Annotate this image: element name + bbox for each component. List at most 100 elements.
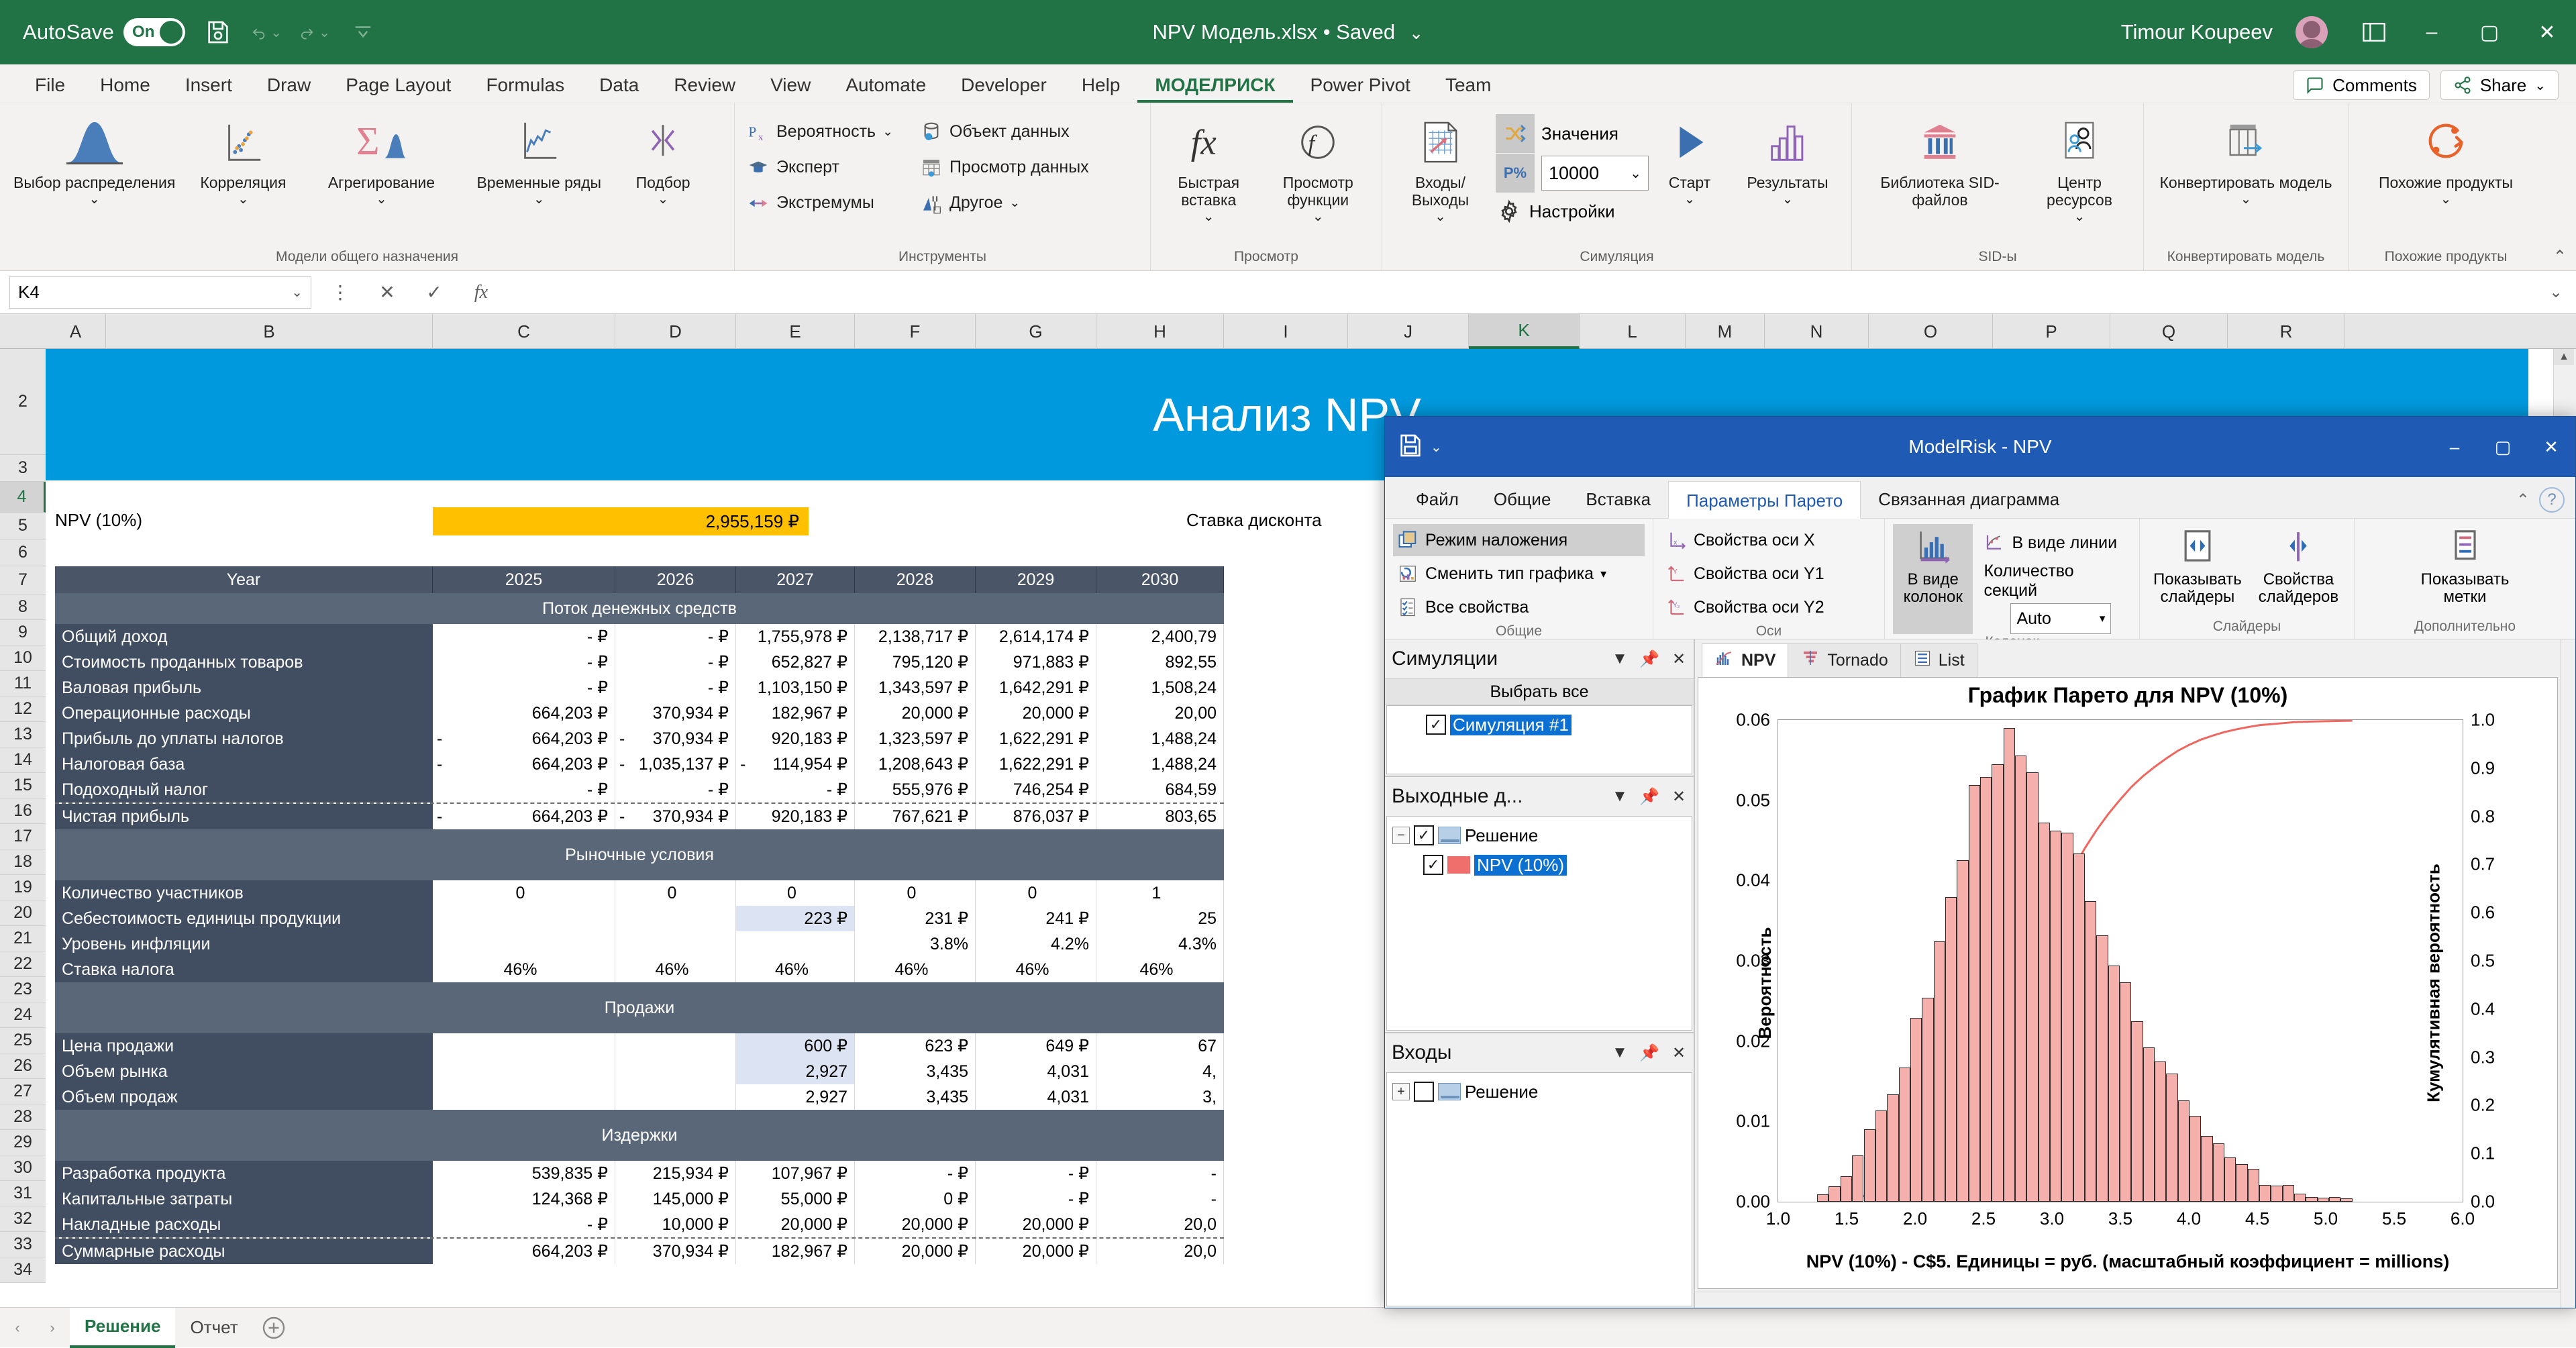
chevron-down-icon[interactable]: ⌄ [1312,209,1324,224]
cell-taxrate-2027[interactable]: 46% [736,957,855,982]
cell-cogs-2025[interactable]: - ₽ [433,650,615,675]
add-sheet-icon[interactable] [253,1308,295,1348]
share-button[interactable]: Share ⌄ [2440,70,2559,100]
npv-value-cell[interactable]: 2,955,159 ₽ [433,507,809,535]
cell-net-2026[interactable]: 370,934 ₽ [615,804,736,829]
cell-price-2026[interactable] [615,1033,736,1059]
cell-inflation-2030[interactable]: 4.3% [1096,931,1224,957]
cell-taxrate-2029[interactable]: 46% [976,957,1096,982]
iterations-combobox[interactable]: 10000 ⌄ [1541,156,1649,191]
checkbox-simulation-1[interactable]: ✓ [1426,715,1446,735]
cell-capex-2027[interactable]: 55,000 ₽ [736,1186,855,1212]
tab-automate[interactable]: Automate [828,68,943,103]
ribbon-button-probability[interactable]: Px Вероятность ⌄ [741,114,898,150]
ribbon-button-other[interactable]: Другое ⌄ [915,185,1094,221]
ribbon-button-expert[interactable]: Эксперт [741,150,898,185]
cell-net-2029[interactable]: 876,037 ₽ [976,804,1096,829]
row-header-17[interactable]: 17 [0,824,46,849]
name-box[interactable]: K4 ⌄ [9,276,311,309]
chevron-down-icon[interactable]: ⌄ [238,192,249,207]
cell-taxbase-2025[interactable]: 664,203 ₽ [433,751,615,777]
cell-participants-2028[interactable]: 0 [855,880,976,906]
row-header-26[interactable]: 26 [0,1053,46,1079]
col-header-P[interactable]: P [1993,314,2110,349]
cell-gross-2028[interactable]: 1,343,597 ₽ [855,675,976,701]
cell-capex-2025[interactable]: 124,368 ₽ [433,1186,615,1212]
cell-totalcost-2025[interactable]: 664,203 ₽ [433,1239,615,1264]
cell-market-2026[interactable] [615,1059,736,1084]
col-header-O[interactable]: O [1869,314,1993,349]
modelrisk-button-show-sliders[interactable]: Показывать слайдеры [2148,524,2247,619]
row-header-15[interactable]: 15 [0,773,46,798]
ribbon-button-time-series[interactable]: Временные ряды ⌄ [470,110,608,211]
row-header-11[interactable]: 11 [0,671,46,696]
cell-opex-2027[interactable]: 182,967 ₽ [736,701,855,726]
chevron-down-icon[interactable]: ⌄ [1009,195,1020,211]
cell-pretax-2028[interactable]: 1,323,597 ₽ [855,726,976,751]
modelrisk-vertical-scrollbar[interactable] [2561,639,2575,1308]
tab-file[interactable]: File [17,68,83,103]
chevron-down-icon[interactable]: ⌄ [2440,192,2452,207]
col-header-H[interactable]: H [1096,314,1224,349]
chevron-down-icon[interactable]: ⌄ [658,192,669,207]
chevron-down-icon[interactable]: ⌄ [1435,209,1446,224]
cell-overhead-2025[interactable]: - ₽ [433,1212,615,1237]
cell-unitcost-2029[interactable]: 241 ₽ [976,906,1096,931]
row-header-13[interactable]: 13 [0,722,46,747]
cell-revenue-2027[interactable]: 1,755,978 ₽ [736,624,855,650]
sheet-tab-otchet[interactable]: Отчет [175,1308,252,1348]
tree-node-output-npv[interactable]: ✓ NPV (10%) [1387,850,1692,880]
redo-icon[interactable]: ⌄ [299,17,330,48]
col-header-L[interactable]: L [1580,314,1686,349]
ribbon-button-function-view[interactable]: f Просмотр функции ⌄ [1261,110,1375,228]
cell-capex-2029[interactable]: - ₽ [976,1186,1096,1212]
row-header-30[interactable]: 30 [0,1155,46,1181]
modelrisk-close-button[interactable]: ✕ [2527,417,2575,477]
cell-revenue-2025[interactable]: - ₽ [433,624,615,650]
modelrisk-maximize-button[interactable]: ▢ [2479,417,2527,477]
autosave-control[interactable]: AutoSave On [23,18,186,46]
cell-unitcost-2030[interactable]: 25 [1096,906,1224,931]
cell-market-2028[interactable]: 3,435 [855,1059,976,1084]
cell-sales-2030[interactable]: 3, [1096,1084,1224,1110]
ribbon-button-data-view[interactable]: Просмотр данных [915,150,1094,185]
cell-tax-2030[interactable]: 684,59 [1096,777,1224,802]
cell-totalcost-2029[interactable]: 20,000 ₽ [976,1239,1096,1264]
cell-opex-2029[interactable]: 20,000 ₽ [976,701,1096,726]
cell-unitcost-2026[interactable] [615,906,736,931]
ribbon-button-resource-center[interactable]: Центр ресурсов ⌄ [2022,110,2136,228]
undo-icon[interactable]: ⌄ [251,17,282,48]
chevron-down-icon[interactable]: ⌄ [89,192,100,207]
tree-node-output-reshenie[interactable]: − ✓ Решение [1387,821,1692,850]
chevron-down-icon[interactable]: ▾ [1600,567,1606,581]
cell-taxrate-2026[interactable]: 46% [615,957,736,982]
panel-pin-icon[interactable]: 📌 [1635,644,1664,674]
col-header-D[interactable]: D [615,314,736,349]
row-header-20[interactable]: 20 [0,900,46,926]
row-header-19[interactable]: 19 [0,875,46,900]
panel-menu-chevron-down-icon[interactable]: ▼ [1605,782,1635,811]
cell-revenue-2030[interactable]: 2,400,79 [1096,624,1224,650]
cell-taxbase-2030[interactable]: 1,488,24 [1096,751,1224,777]
ribbon-button-similar-products[interactable]: Похожие продукты ⌄ [2372,110,2520,211]
cell-dev-2030[interactable]: - [1096,1161,1224,1186]
ribbon-button-correlation[interactable]: Корреляция ⌄ [193,110,293,211]
cell-taxbase-2026[interactable]: 1,035,137 ₽ [615,751,736,777]
cell-net-2025[interactable]: 664,203 ₽ [433,804,615,829]
share-chevron-down-icon[interactable]: ⌄ [2534,77,2546,94]
row-header-10[interactable]: 10 [0,645,46,671]
tab-draw[interactable]: Draw [250,68,328,103]
cell-tax-2026[interactable]: - ₽ [615,777,736,802]
cell-dev-2027[interactable]: 107,967 ₽ [736,1161,855,1186]
cell-market-2025[interactable] [433,1059,615,1084]
ribbon-button-extremes[interactable]: Экстремумы [741,185,898,221]
row-header-12[interactable]: 12 [0,696,46,722]
cell-overhead-2027[interactable]: 20,000 ₽ [736,1212,855,1237]
row-header-4[interactable]: 4 [0,482,46,513]
row-header-21[interactable]: 21 [0,926,46,951]
percent-icon[interactable]: P% [1496,154,1535,193]
cell-totalcost-2027[interactable]: 182,967 ₽ [736,1239,855,1264]
cell-dev-2026[interactable]: 215,934 ₽ [615,1161,736,1186]
cell-price-2027[interactable]: 600 ₽ [736,1033,855,1059]
chart-tab-list[interactable]: List [1900,643,1977,677]
